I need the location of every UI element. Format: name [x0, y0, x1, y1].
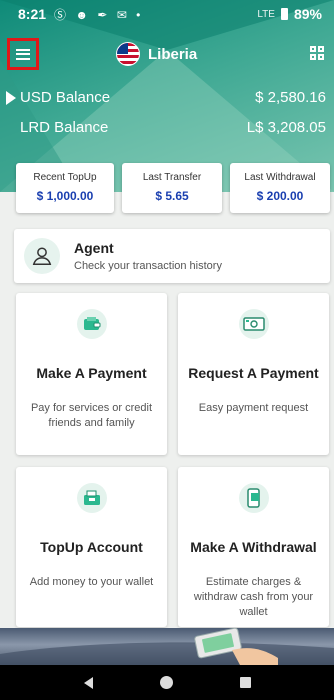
hamburger-icon — [16, 48, 30, 60]
stat-value: $ 5.65 — [155, 189, 189, 203]
menu-button[interactable] — [7, 38, 39, 70]
tile-title: TopUp Account — [40, 539, 143, 555]
agent-icon — [24, 238, 60, 274]
lrd-balance-row[interactable]: LRD Balance L$ 3,208.05 — [0, 119, 334, 136]
tile-description: Pay for services or credit friends and f… — [30, 402, 153, 429]
tile-description: Estimate charges & withdraw cash from yo… — [193, 576, 314, 618]
stat-title: Recent TopUp — [33, 172, 97, 183]
system-navigation-bar — [0, 665, 334, 700]
usd-balance-value: $ 2,580.16 — [255, 89, 326, 106]
tile-title: Make A Withdrawal — [190, 539, 317, 555]
stat-last-withdrawal[interactable]: Last Withdrawal $ 200.00 — [230, 163, 330, 213]
network-indicator: LTE — [257, 8, 275, 20]
make-withdrawal-card[interactable]: Make A Withdrawal Estimate charges & wit… — [178, 467, 329, 627]
tile-description: Add money to your wallet — [29, 576, 154, 588]
lrd-balance-value: L$ 3,208.05 — [246, 119, 326, 136]
topup-wallet-icon — [76, 483, 107, 513]
withdraw-phone-icon — [238, 483, 269, 513]
stat-value: $ 1,000.00 — [36, 189, 94, 203]
battery-level: 89% — [293, 6, 322, 22]
phone-in-hand-icon — [0, 628, 334, 665]
country-selector[interactable]: Liberia — [116, 42, 197, 66]
home-icon[interactable] — [159, 676, 173, 689]
agent-card[interactable]: Agent Check your transaction history — [14, 229, 330, 283]
tile-title: Request A Payment — [188, 365, 319, 381]
stat-title: Last Transfer — [142, 172, 202, 183]
status-time: 8:21 — [18, 6, 47, 22]
tile-description: Easy payment request — [198, 402, 309, 414]
country-name: Liberia — [148, 45, 198, 63]
agent-title: Agent — [74, 240, 114, 256]
make-payment-card[interactable]: Make A Payment Pay for services or credi… — [16, 293, 167, 455]
money-icon — [238, 309, 269, 339]
agent-subtitle: Check your transaction history — [74, 260, 222, 272]
back-icon[interactable] — [83, 676, 93, 689]
recent-apps-icon[interactable] — [239, 677, 251, 688]
stat-last-transfer[interactable]: Last Transfer $ 5.65 — [122, 163, 222, 213]
liberia-flag-icon — [116, 42, 140, 66]
stat-value: $ 200.00 — [256, 189, 304, 203]
wallet-icon — [76, 309, 107, 339]
lrd-balance-label: LRD Balance — [20, 119, 109, 136]
request-payment-card[interactable]: Request A Payment Easy payment request — [178, 293, 329, 455]
topup-account-card[interactable]: TopUp Account Add money to your wallet — [16, 467, 167, 627]
battery-icon — [280, 8, 288, 20]
usd-balance-label: USD Balance — [20, 89, 111, 106]
promo-banner[interactable] — [0, 628, 334, 665]
usd-balance-row[interactable]: USD Balance $ 2,580.16 — [0, 89, 334, 106]
status-bar: 8:21 Ⓢ ☻ ✒ ✉ • LTE 89% — [0, 0, 334, 28]
notification-icons: Ⓢ ☻ ✒ ✉ • — [54, 7, 144, 22]
tile-title: Make A Payment — [36, 365, 147, 381]
play-icon — [6, 90, 16, 105]
stat-recent-topup[interactable]: Recent TopUp $ 1,000.00 — [16, 163, 114, 213]
qr-code-icon[interactable] — [310, 46, 324, 60]
stat-title: Last Withdrawal — [244, 172, 316, 183]
